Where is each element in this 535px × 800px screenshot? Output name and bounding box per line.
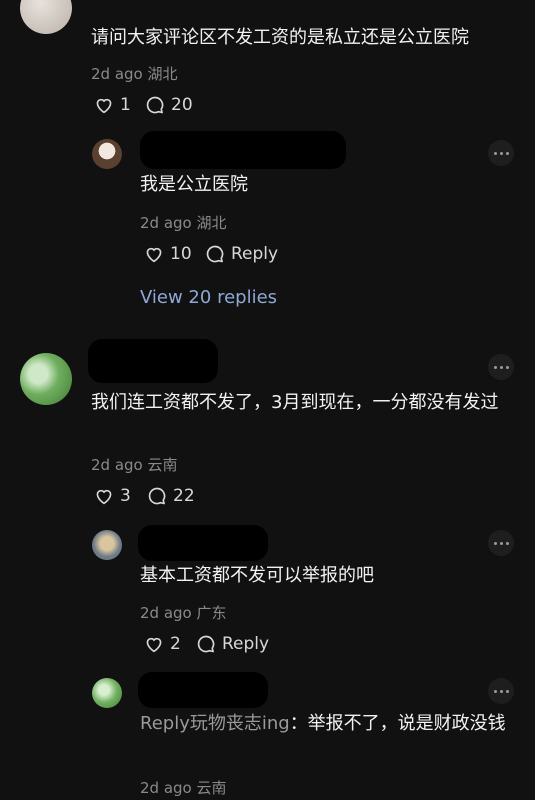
reply-meta: 2d ago 云南 [140,777,227,798]
reply-time: 2d ago [140,779,192,797]
comment-bubble-icon [148,487,166,505]
comment-meta: 2d ago 湖北 [91,63,178,84]
avatar[interactable] [20,353,72,405]
comment-meta: 2d ago 云南 [91,454,178,475]
like-button[interactable]: 10 [144,244,192,264]
comment-bubble-icon [206,245,224,263]
comment-time: 2d ago [91,456,143,474]
redacted-username [138,672,268,708]
reply-text: 我是公立医院 [140,174,248,195]
heart-icon [146,247,162,263]
reply-text: 基本工资都不发可以举报的吧 [140,565,374,586]
redacted-username [140,131,346,169]
more-options-button[interactable] [488,678,514,704]
like-count: 2 [170,634,181,654]
reply-button[interactable]: Reply [196,634,269,654]
like-button[interactable]: 3 [94,486,131,506]
reply-label: Reply [231,244,279,264]
comment-bubble-icon [146,96,164,114]
comment-time: 2d ago [91,65,143,83]
reply-to-username[interactable]: Reply玩物丧志ing [140,713,290,734]
reply-count: 20 [171,95,193,115]
like-button[interactable]: 1 [94,95,131,115]
reply-count: 22 [173,486,195,506]
reply-meta: 2d ago 湖北 [140,212,227,233]
redacted-username [138,525,268,561]
avatar[interactable] [92,678,122,708]
view-replies-link[interactable]: View 20 replies [140,287,277,308]
heart-icon [146,637,162,653]
comment-location: 湖北 [147,65,178,83]
comment-text: 我们连工资都不发了，3月到现在，一分都没有发过 [91,392,499,413]
comment-text: 请问大家评论区不发工资的是私立还是公立医院 [91,27,469,48]
more-options-button[interactable] [488,530,514,556]
more-options-button[interactable] [488,354,514,380]
redacted-username [88,339,218,383]
replies-button[interactable]: 22 [147,486,195,506]
comment-location: 云南 [147,456,178,474]
like-count: 1 [120,95,131,115]
reply-text: ：举报不了，说是财政没钱 [289,713,506,734]
reply-meta: 2d ago 广东 [140,602,227,623]
avatar[interactable] [92,530,122,560]
avatar[interactable] [92,139,122,169]
heart-icon [96,489,112,505]
avatar[interactable] [20,0,72,34]
reply-time: 2d ago [140,604,192,622]
reply-location: 湖北 [196,214,227,232]
like-button[interactable]: 2 [144,634,181,654]
reply-button[interactable]: Reply [205,244,278,264]
replies-button[interactable]: 20 [145,95,193,115]
reply-time: 2d ago [140,214,192,232]
reply-location: 云南 [196,779,227,797]
like-count: 10 [170,244,192,264]
comment-bubble-icon [197,635,215,653]
more-options-button[interactable] [488,140,514,166]
like-count: 3 [120,486,131,506]
heart-icon [96,98,112,114]
reply-text-block: Reply玩物丧志ing：举报不了，说是财政没钱 [140,710,510,738]
reply-location: 广东 [196,604,227,622]
reply-label: Reply [222,634,270,654]
